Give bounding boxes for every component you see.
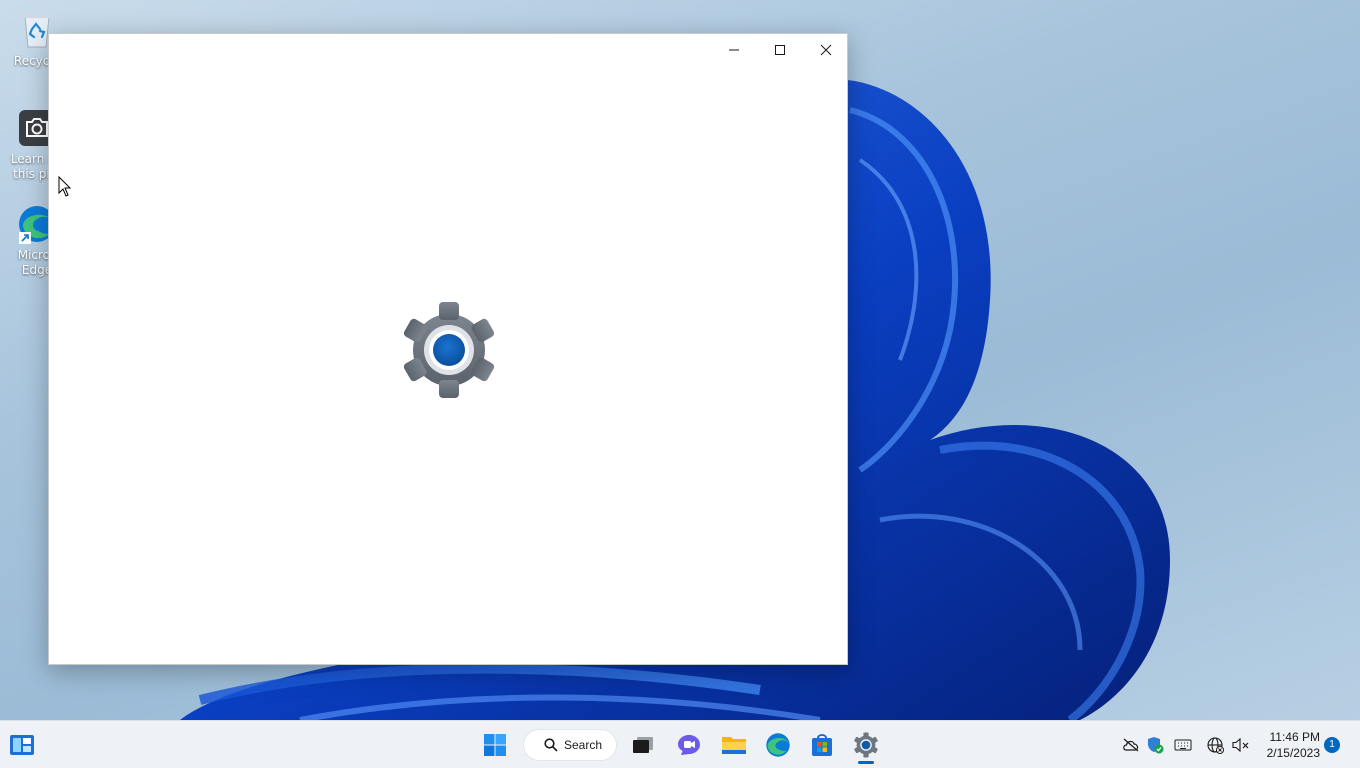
tray-keyboard[interactable]: [1173, 735, 1193, 755]
tray-onedrive[interactable]: [1121, 735, 1141, 755]
search-label: Search: [564, 738, 603, 752]
clock-time: 11:46 PM: [1269, 730, 1320, 744]
minimize-button[interactable]: [711, 34, 757, 66]
close-button[interactable]: [803, 34, 849, 66]
taskbar-chat[interactable]: [669, 725, 709, 765]
security-icon: [1148, 737, 1164, 754]
taskbar-store[interactable]: [802, 725, 842, 765]
maximize-icon: [775, 45, 785, 55]
keyboard-icon: [1174, 739, 1192, 751]
taskbar-task-view[interactable]: [623, 725, 663, 765]
settings-gear-icon: [399, 302, 499, 398]
network-icon: [1207, 737, 1224, 754]
taskbar-settings[interactable]: [846, 725, 886, 765]
tray-volume[interactable]: [1230, 735, 1250, 755]
taskbar-file-explorer[interactable]: [714, 725, 754, 765]
maximize-button[interactable]: [757, 34, 803, 66]
clock-date: 2/15/2023: [1266, 746, 1320, 760]
minimize-icon: [729, 49, 739, 51]
folder-icon: [722, 737, 746, 754]
onedrive-icon: [1123, 738, 1139, 752]
widgets-button[interactable]: [2, 725, 42, 765]
task-view-icon: [633, 737, 653, 753]
chat-icon: [678, 735, 700, 755]
tray-security[interactable]: [1145, 735, 1165, 755]
notification-badge[interactable]: 1: [1324, 737, 1340, 753]
search-box[interactable]: Search: [523, 729, 617, 761]
widgets-icon: [10, 735, 34, 755]
taskbar-clock[interactable]: 11:46 PM 2/15/2023: [1258, 729, 1320, 761]
search-icon: [544, 738, 558, 752]
taskbar-edge[interactable]: [758, 725, 798, 765]
volume-muted-icon: [1232, 737, 1249, 753]
start-button[interactable]: [475, 725, 515, 765]
edge-icon: [766, 733, 790, 757]
window-titlebar[interactable]: [49, 34, 847, 66]
tray-network[interactable]: [1205, 735, 1225, 755]
settings-gear-icon: [854, 732, 878, 758]
taskbar: Search 11:46 PM 2/15/2023 1: [0, 720, 1360, 768]
mouse-cursor-icon: [58, 176, 72, 197]
settings-window[interactable]: [48, 33, 848, 665]
windows-start-icon: [484, 734, 506, 756]
store-icon: [812, 734, 832, 756]
close-icon: [820, 44, 832, 56]
